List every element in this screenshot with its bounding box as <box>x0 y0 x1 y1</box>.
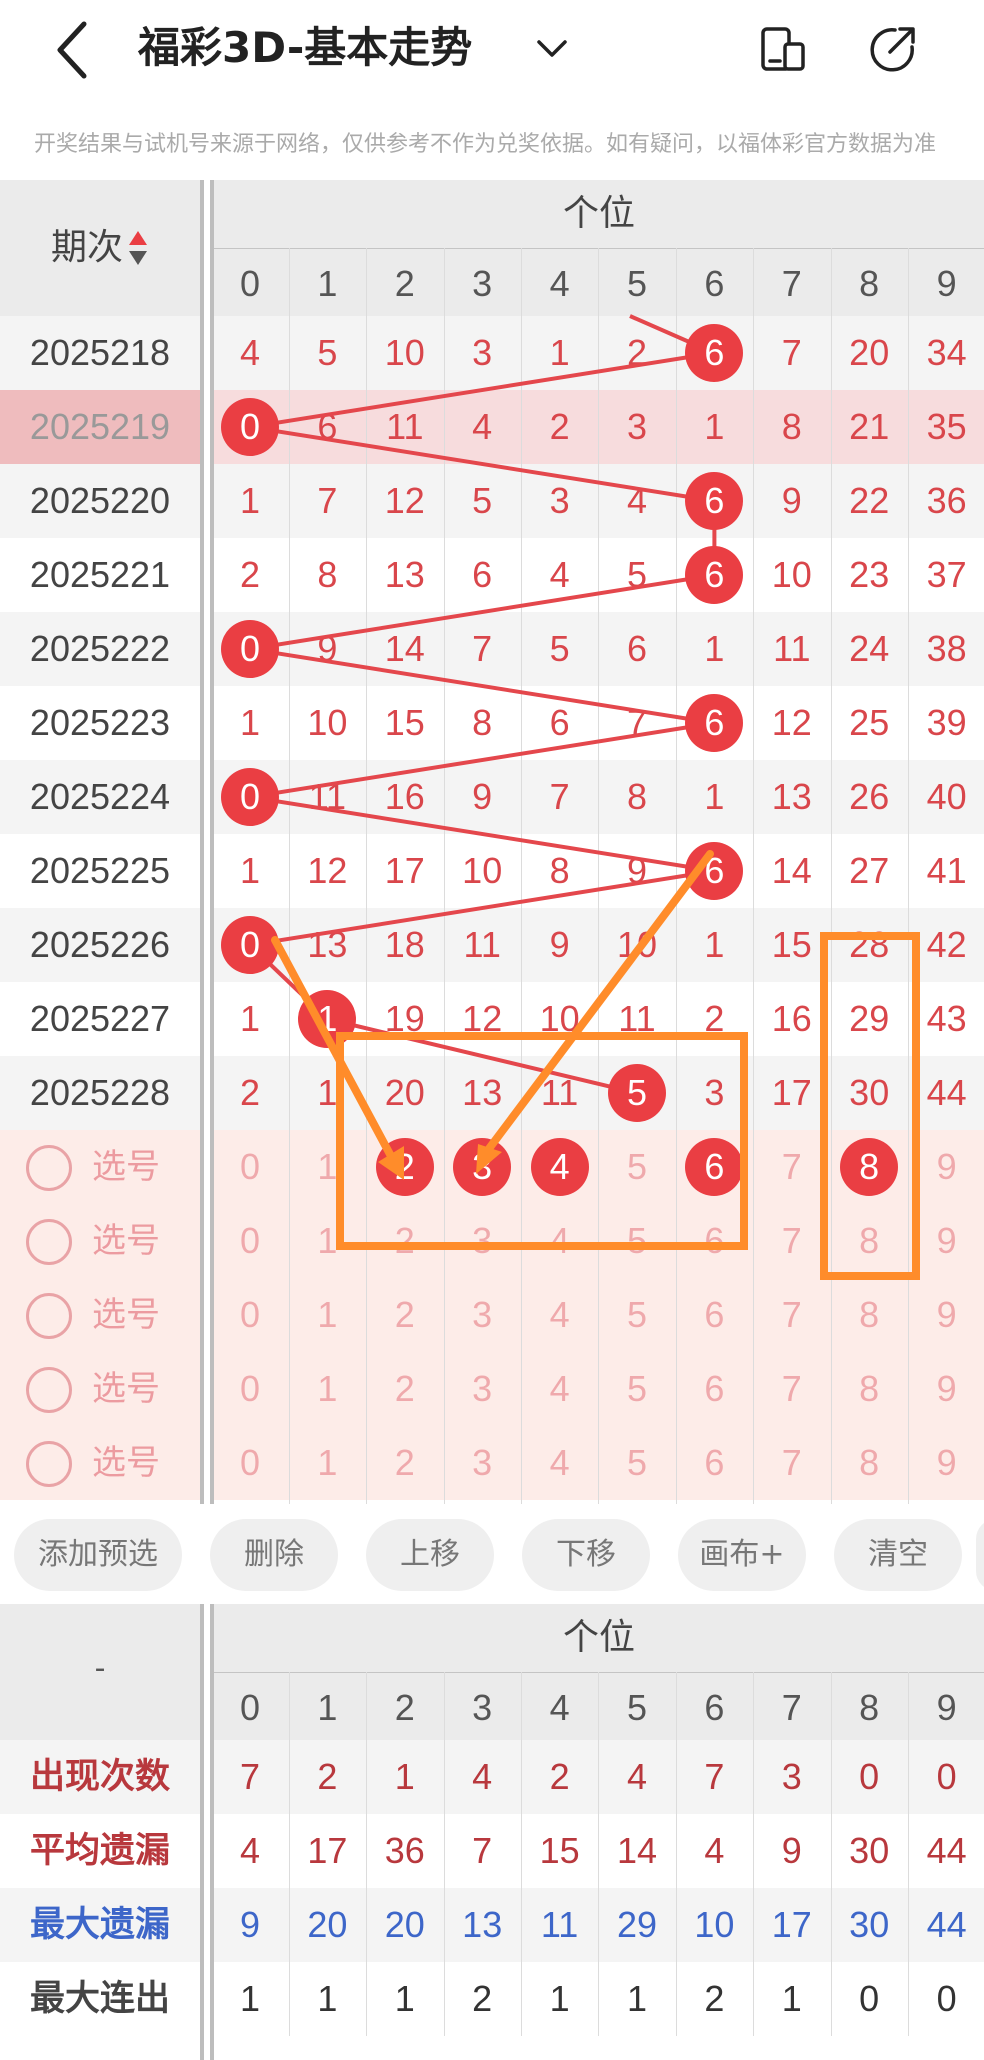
annotation-arrow-line <box>484 850 714 1154</box>
annotation-box-range <box>336 1032 748 1250</box>
stats-value: 4 <box>704 1830 725 1871</box>
trend-table: 2025218 4 5 10 3 1 2 7 20 34 2025219 6 11 4 2 3 1 8 21 35 20… <box>0 180 984 1504</box>
toolbar-button-0[interactable]: 添加预选 <box>14 1519 182 1591</box>
stats-value: 44 <box>926 1904 967 1945</box>
action-toolbar: 添加预选 删除 上移 下移 画布+ 清空 <box>0 1504 984 1604</box>
stats-value: 3 <box>781 1756 802 1797</box>
stats-digit-header: 7 <box>781 1687 802 1728</box>
stats-value: 1 <box>239 1978 260 2019</box>
toolbar-button-3[interactable]: 下移 <box>522 1519 650 1591</box>
digit-header: 7 <box>781 263 802 304</box>
sort-down-icon <box>129 251 147 265</box>
annotation-arrow-line <box>271 936 396 1162</box>
sort-arrows-icon[interactable] <box>127 229 149 269</box>
disclaimer-text: 开奖结果与试机号来源于网络，仅供参考不作为兑奖依据。如有疑问，以福体彩官方数据为… <box>34 132 937 157</box>
digit-header: 4 <box>549 263 570 304</box>
stats-value: 10 <box>694 1904 735 1945</box>
display-mode-icon[interactable] <box>758 24 808 74</box>
digit-header: 0 <box>239 263 260 304</box>
stats-value: 2 <box>549 1756 570 1797</box>
stats-value: 1 <box>549 1978 570 2019</box>
stats-value: 29 <box>616 1904 658 1945</box>
digit-header: 1 <box>317 263 338 304</box>
annotation-arrowhead <box>476 1144 502 1174</box>
toolbar-button-4[interactable]: 画布+ <box>678 1519 806 1591</box>
stats-value: 0 <box>936 1978 957 2019</box>
stats-group-header: 个位 <box>562 1617 635 1658</box>
stats-value: 13 <box>462 1904 503 1945</box>
stats-digit-header: 5 <box>626 1687 647 1728</box>
stats-row-label: 最大遗漏 <box>29 1905 170 1945</box>
annotation-box-eight <box>820 932 920 1280</box>
stats-digit-header: 8 <box>859 1687 880 1728</box>
group-header: 个位 <box>562 193 635 234</box>
stats-row-label: 平均遗漏 <box>29 1831 170 1871</box>
share-icon[interactable] <box>868 24 918 74</box>
toolbar-button-2[interactable]: 上移 <box>366 1519 494 1591</box>
digit-header: 9 <box>936 263 957 304</box>
stats-row-label: 最大连出 <box>29 1979 170 2019</box>
stats-row-label: 出现次数 <box>29 1757 170 1797</box>
stats-value: 30 <box>849 1830 890 1871</box>
stats-value: 7 <box>239 1756 260 1797</box>
toolbar-overflow-button[interactable] <box>976 1519 984 1591</box>
page-title: 福彩3D-基本走势 <box>138 23 473 72</box>
stats-value: 2 <box>317 1756 338 1797</box>
stats-value: 17 <box>771 1904 812 1945</box>
stats-table: - 个位 0 1 2 3 4 5 6 7 8 9 出现次数 7 2 1 4 2 4 7 3 0 0 平均遗漏 4 17 36 7 15 1… <box>0 1604 984 2060</box>
period-column-header[interactable]: 期次 <box>0 222 200 274</box>
chevron-down-icon[interactable] <box>535 30 569 66</box>
stats-digit-header: 2 <box>394 1687 415 1728</box>
stats-digit-header: 1 <box>317 1687 338 1728</box>
stats-digit-header: 6 <box>704 1687 725 1728</box>
digit-header: 8 <box>859 263 880 304</box>
stats-value: 7 <box>472 1830 493 1871</box>
user-annotations <box>271 850 920 1280</box>
stats-value: 14 <box>616 1830 658 1871</box>
toolbar-button-1[interactable]: 删除 <box>210 1519 338 1591</box>
stats-value: 36 <box>384 1830 425 1871</box>
stats-value: 1 <box>626 1978 647 2019</box>
stats-value: 9 <box>781 1830 802 1871</box>
sort-up-icon <box>129 231 147 245</box>
digit-header: 5 <box>626 263 647 304</box>
stats-digit-header: 3 <box>472 1687 493 1728</box>
stats-value: 1 <box>394 1756 415 1797</box>
stats-value: 0 <box>859 1978 880 2019</box>
stats-value: 30 <box>849 1904 890 1945</box>
stats-value: 2 <box>704 1978 725 2019</box>
stats-value: 1 <box>394 1978 415 2019</box>
stats-value: 20 <box>384 1904 425 1945</box>
stats-corner: - <box>94 1651 106 1686</box>
stats-digit-header: 9 <box>936 1687 957 1728</box>
stats-value: 1 <box>317 1978 338 2019</box>
stats-value: 17 <box>307 1830 348 1871</box>
digit-header: 2 <box>394 263 415 304</box>
stats-value: 4 <box>239 1830 260 1871</box>
stats-value: 1 <box>781 1978 802 2019</box>
back-arrow-icon[interactable] <box>50 18 94 82</box>
stats-value: 0 <box>859 1756 880 1797</box>
stats-value: 44 <box>926 1830 967 1871</box>
stats-value: 4 <box>626 1756 647 1797</box>
stats-value: 4 <box>472 1756 493 1797</box>
period-header-label: 期次 <box>50 227 123 268</box>
stats-group-divider-left <box>200 1604 204 2060</box>
stats-value: 11 <box>540 1904 579 1945</box>
stats-value: 15 <box>539 1830 580 1871</box>
stats-value: 2 <box>472 1978 493 2019</box>
stats-value: 0 <box>936 1756 957 1797</box>
stats-value: 7 <box>704 1756 725 1797</box>
stats-digit-header: 4 <box>549 1687 570 1728</box>
stats-value: 9 <box>239 1904 260 1945</box>
toolbar-button-5[interactable]: 清空 <box>834 1519 962 1591</box>
digit-header: 3 <box>472 263 493 304</box>
stats-digit-header: 0 <box>239 1687 260 1728</box>
stats-value: 20 <box>307 1904 348 1945</box>
digit-header: 6 <box>704 263 725 304</box>
top-bar: 福彩3D-基本走势 <box>0 0 984 105</box>
